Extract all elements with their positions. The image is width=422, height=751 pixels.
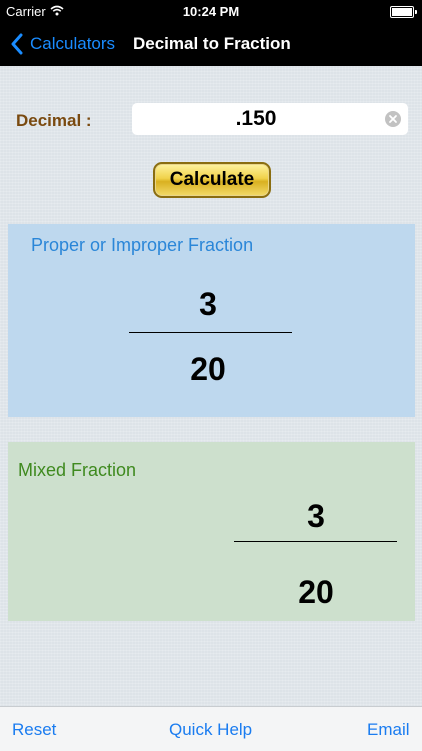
clear-input-button[interactable] (385, 111, 401, 127)
proper-fraction-bar (129, 332, 292, 333)
bottom-toolbar: Reset Quick Help Email (0, 706, 422, 751)
proper-fraction-panel: Proper or Improper Fraction 3 20 (8, 224, 415, 417)
calculate-button[interactable]: Calculate (153, 162, 271, 198)
page-title: Decimal to Fraction (133, 34, 291, 53)
mixed-fraction-panel: Mixed Fraction 3 20 (8, 442, 415, 621)
decimal-input-container (132, 103, 408, 135)
clear-icon (389, 115, 397, 123)
mixed-denominator: 20 (298, 574, 334, 610)
status-bar: Carrier 10:24 PM (0, 0, 422, 22)
proper-denominator: 20 (190, 351, 226, 387)
reset-button[interactable]: Reset (12, 720, 56, 740)
back-button[interactable]: Calculators (10, 32, 115, 56)
proper-numerator: 3 (199, 286, 217, 322)
mixed-numerator: 3 (307, 498, 325, 534)
battery-icon (390, 6, 417, 18)
proper-fraction-title: Proper or Improper Fraction (31, 235, 254, 255)
top-bar: Carrier 10:24 PM Calculators Decimal to … (0, 0, 422, 66)
status-time: 10:24 PM (182, 4, 240, 19)
decimal-input[interactable] (132, 103, 380, 135)
email-button[interactable]: Email (367, 720, 410, 740)
quick-help-button[interactable]: Quick Help (169, 720, 252, 740)
chevron-left-icon (11, 33, 23, 55)
decimal-label: Decimal : (16, 111, 92, 130)
mixed-fraction-title: Mixed Fraction (18, 460, 137, 480)
mixed-fraction-bar (234, 541, 397, 542)
navigation-bar: Calculators Decimal to Fraction (0, 22, 422, 66)
back-button-label: Calculators (30, 34, 116, 53)
